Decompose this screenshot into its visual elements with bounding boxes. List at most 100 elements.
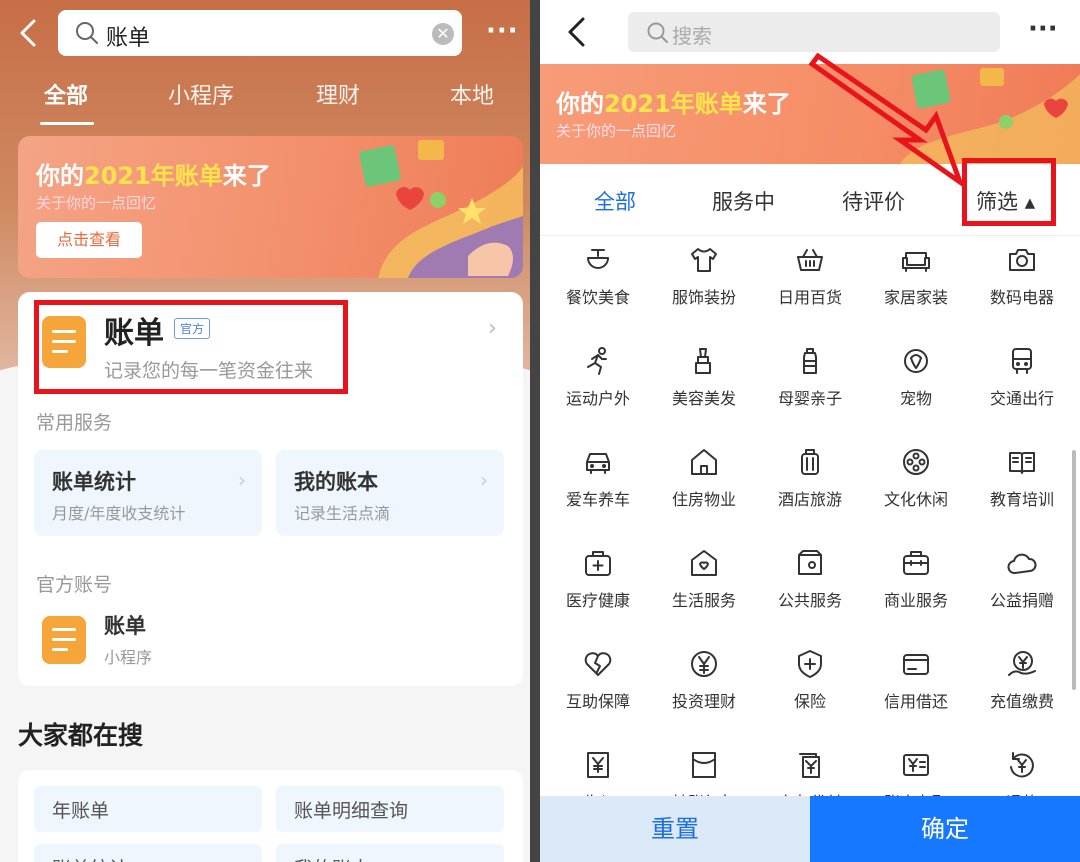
category-bowl[interactable]: 餐饮美食: [544, 236, 652, 336]
category-label: 公共服务: [777, 591, 842, 610]
banner-title: 你的2021年账单来了: [556, 90, 791, 118]
search-input[interactable]: 账单 ✕: [58, 10, 462, 56]
category-wallet[interactable]: 公共服务: [756, 539, 864, 639]
category-label: 保险: [793, 692, 826, 711]
clear-icon[interactable]: ✕: [432, 23, 454, 45]
category-grid: 餐饮美食 服饰装扮 日用百货 家居家装 数码电器运动户外 美容美发 母婴亲子 宠物 交通出行爱车…: [540, 236, 1080, 812]
cloud-icon: [1007, 553, 1037, 574]
category-label: 宠物: [899, 389, 932, 408]
category-baby-bottle[interactable]: 母婴亲子: [756, 337, 864, 437]
category-medkit[interactable]: 医疗健康: [544, 539, 652, 639]
tab-all[interactable]: 全部: [44, 78, 88, 110]
car-icon: [586, 453, 610, 474]
filter-footer: 重置 确定: [540, 796, 1080, 862]
category-heart-house[interactable]: 生活服务: [650, 539, 758, 639]
tab-local[interactable]: 本地: [450, 78, 494, 110]
wallet-icon: [798, 550, 822, 575]
back-arrow-icon[interactable]: [14, 16, 44, 50]
film-reel-icon: [903, 449, 929, 475]
tab-to-review[interactable]: 待评价: [842, 186, 905, 216]
shirt-icon: [691, 248, 717, 272]
category-runner[interactable]: 运动户外: [544, 337, 652, 437]
official-account-icon[interactable]: [42, 616, 86, 664]
official-account-name[interactable]: 账单: [104, 610, 146, 640]
annual-bill-banner[interactable]: 你的2021年账单来了 关于你的一点回忆: [540, 64, 1080, 164]
search-input[interactable]: 搜索: [628, 12, 1000, 52]
top-bar: 搜索 ···: [540, 0, 1080, 64]
active-tab-indicator: [40, 122, 94, 125]
service-bill-statistics[interactable]: 账单统计 月度/年度收支统计 ›: [34, 450, 262, 536]
more-icon[interactable]: ···: [1028, 14, 1058, 44]
category-label: 酒店旅游: [777, 490, 842, 509]
category-sofa[interactable]: 家居家装: [862, 236, 970, 336]
category-camera[interactable]: 数码电器: [968, 236, 1076, 336]
confirm-button[interactable]: 确定: [810, 796, 1080, 862]
category-recharge[interactable]: 充值缴费: [968, 640, 1076, 740]
search-icon: [76, 22, 98, 44]
recharge-icon: [1008, 651, 1036, 676]
yen-box-icon: [903, 754, 929, 776]
category-label: 服饰装扮: [671, 288, 736, 307]
category-label: 日用百货: [777, 288, 842, 307]
category-label: 互助保障: [565, 692, 630, 711]
briefcase-icon: [903, 551, 929, 575]
banner-subtitle: 关于你的一点回忆: [556, 122, 677, 140]
category-book[interactable]: 教育培训: [968, 438, 1076, 538]
search-value: 账单: [106, 26, 151, 51]
tab-mini-program[interactable]: 小程序: [168, 78, 234, 110]
category-house[interactable]: 住房物业: [650, 438, 758, 538]
category-card[interactable]: 信用借还: [862, 640, 970, 740]
yen-stack-icon: [799, 753, 820, 778]
category-shield[interactable]: 保险: [756, 640, 864, 740]
service-my-ledger[interactable]: 我的账本 记录生活点滴 ›: [276, 450, 504, 536]
category-label: 生活服务: [671, 591, 736, 610]
category-label: 餐饮美食: [565, 288, 630, 307]
hot-search-item[interactable]: 我的账本: [276, 844, 504, 862]
tab-finance[interactable]: 理财: [316, 78, 360, 110]
banner-subtitle: 关于你的一点回忆: [36, 194, 157, 212]
category-broken-heart[interactable]: 互助保障: [544, 640, 652, 740]
more-icon[interactable]: ···: [486, 16, 519, 46]
search-placeholder: 搜索: [672, 24, 712, 48]
tab-in-service[interactable]: 服务中: [712, 186, 775, 216]
hot-search-item[interactable]: 年账单: [34, 786, 262, 832]
category-label: 爱车养车: [565, 490, 630, 509]
bowl-icon: [587, 249, 609, 269]
category-bus[interactable]: 交通出行: [968, 337, 1076, 437]
category-film-reel[interactable]: 文化休闲: [862, 438, 970, 538]
refund-icon: [1010, 752, 1034, 778]
category-car[interactable]: 爱车养车: [544, 438, 652, 538]
hot-search-item[interactable]: 账单明细查询: [276, 786, 504, 832]
bus-icon: [1012, 348, 1032, 374]
category-label: 文化休闲: [883, 490, 948, 509]
search-tabs: 全部 小程序 理财 本地: [0, 78, 530, 118]
category-label: 家居家装: [883, 288, 948, 307]
category-label: 信用借还: [883, 692, 948, 711]
hot-search-item[interactable]: 账单统计: [34, 844, 262, 862]
category-luggage[interactable]: 酒店旅游: [756, 438, 864, 538]
category-yen-coin[interactable]: 投资理财: [650, 640, 758, 740]
house-icon: [691, 449, 717, 475]
broken-heart-icon: [584, 652, 612, 676]
luggage-icon: [801, 449, 819, 475]
reset-button[interactable]: 重置: [540, 796, 810, 862]
category-pet[interactable]: 宠物: [862, 337, 970, 437]
tab-all[interactable]: 全部: [594, 186, 636, 216]
right-screen: 搜索 ··· 你的2021年账单来了 关于你的一点回忆 全部 服务中 待评价 筛…: [540, 0, 1080, 862]
category-cloud[interactable]: 公益捐赠: [968, 539, 1076, 639]
category-label: 投资理财: [671, 692, 736, 711]
category-lipstick[interactable]: 美容美发: [650, 337, 758, 437]
highlight-box: [962, 158, 1056, 226]
back-arrow-icon[interactable]: [562, 14, 592, 50]
category-shirt[interactable]: 服饰装扮: [650, 236, 758, 336]
category-briefcase[interactable]: 商业服务: [862, 539, 970, 639]
runner-icon: [587, 347, 607, 375]
section-common-services: 常用服务: [36, 412, 113, 434]
banner-illustration: [359, 140, 523, 278]
category-basket[interactable]: 日用百货: [756, 236, 864, 336]
chevron-right-icon[interactable]: ›: [488, 316, 497, 341]
scrollbar[interactable]: [1072, 450, 1076, 690]
view-button[interactable]: 点击查看: [36, 222, 142, 258]
category-label: 数码电器: [989, 288, 1054, 307]
annual-bill-banner[interactable]: 你的2021年账单来了 关于你的一点回忆 点击查看: [18, 136, 523, 278]
